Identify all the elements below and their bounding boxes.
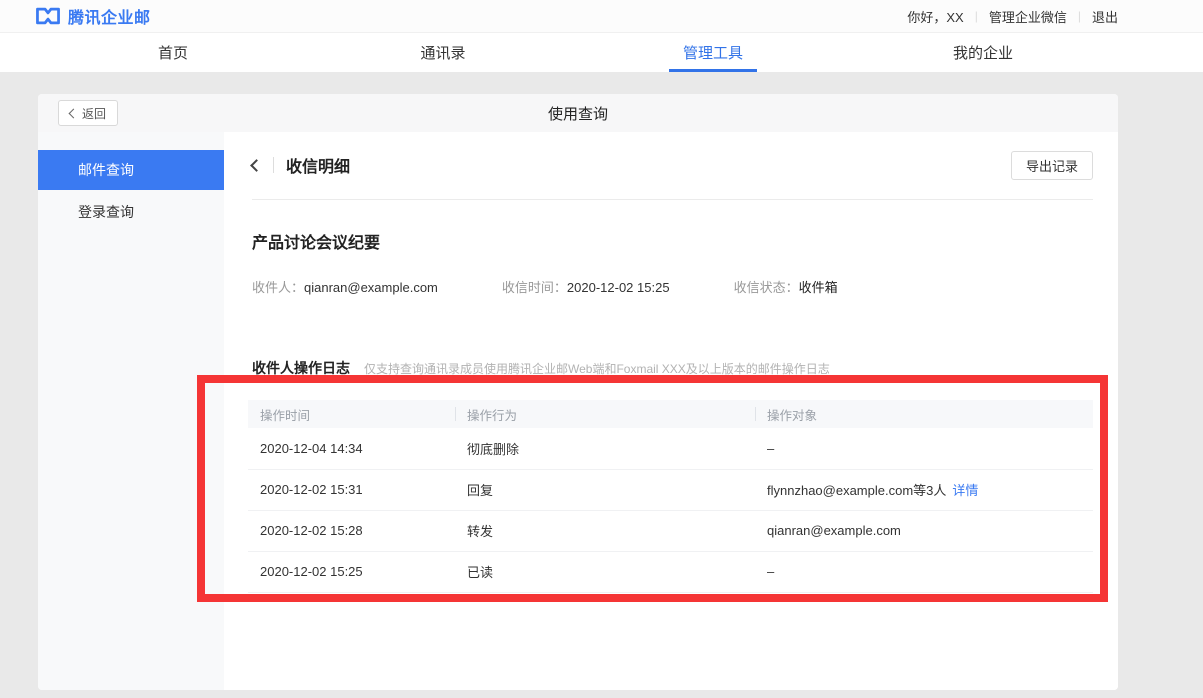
detail-link[interactable]: 详情: [952, 483, 978, 498]
usage-query-card: 返回 使用查询 邮件查询 登录查询 收信明细 导出记录 产品讨论会议纪要: [38, 94, 1118, 690]
back-chevron-icon[interactable]: [250, 159, 263, 172]
table-row: 2020-12-04 14:34 彻底删除 –: [248, 428, 1093, 469]
target-text: flynnzhao@example.com等3人: [767, 483, 946, 498]
tab-contacts[interactable]: 通讯录: [308, 33, 578, 72]
meta-label: 收信时间：: [502, 280, 567, 295]
brand-name: 腾讯企业邮: [68, 4, 151, 28]
sidebar: 邮件查询 登录查询: [38, 132, 224, 690]
target-text: –: [767, 441, 774, 456]
meta-label: 收件人：: [252, 280, 304, 295]
table-body: 2020-12-04 14:34 彻底删除 – 2020-12-02 15:31…: [248, 428, 1093, 592]
meta-value: 2020-12-02 15:25: [567, 280, 670, 295]
topbar: 腾讯企业邮 你好，XX | 管理企业微信 | 退出: [0, 0, 1203, 33]
mail-subject: 产品讨论会议纪要: [252, 229, 1093, 253]
primary-nav: 首页 通讯录 管理工具 我的企业: [0, 33, 1203, 72]
cell-action: 彻底删除: [455, 428, 755, 469]
tab-admin-tools[interactable]: 管理工具: [578, 33, 848, 72]
cell-time: 2020-12-02 15:28: [248, 510, 455, 551]
operation-log-header: 收件人操作日志 仅支持查询通讯录成员使用腾讯企业邮Web端和Foxmail XX…: [252, 358, 1093, 378]
cell-target: –: [755, 428, 1093, 469]
menu-divider: |: [1078, 9, 1081, 23]
detail-title: 收信明细: [286, 153, 350, 177]
cell-action: 已读: [455, 551, 755, 592]
app-root: { "brand": { "name": "腾讯企业邮", "color": "…: [0, 0, 1203, 698]
sidebar-item-mail-query[interactable]: 邮件查询: [38, 150, 224, 190]
card-body: 邮件查询 登录查询 收信明细 导出记录 产品讨论会议纪要 收件人：qianran…: [38, 132, 1118, 690]
cell-time: 2020-12-04 14:34: [248, 428, 455, 469]
back-button[interactable]: 返回: [58, 100, 118, 126]
exmail-logo-icon: [35, 5, 61, 27]
back-button-label: 返回: [82, 105, 106, 122]
main-content: 收信明细 导出记录 产品讨论会议纪要 收件人：qianran@example.c…: [224, 132, 1118, 690]
meta-value: qianran@example.com: [304, 280, 438, 295]
detail-header: 收信明细 导出记录: [252, 150, 1093, 180]
horizontal-divider: [252, 199, 1093, 200]
greeting-text: 你好，XX: [907, 7, 963, 26]
target-text: –: [767, 564, 774, 579]
meta-value: 收件箱: [799, 280, 838, 295]
nav-tabs: 首页 通讯录 管理工具 我的企业: [38, 33, 1118, 72]
table-head: 操作时间 操作行为 操作对象: [248, 400, 1093, 428]
table-row: 2020-12-02 15:28 转发 qianran@example.com: [248, 510, 1093, 551]
mail-meta: 收件人：qianran@example.com 收信时间：2020-12-02 …: [252, 277, 1093, 296]
target-text: qianran@example.com: [767, 523, 901, 538]
table-row: 2020-12-02 15:31 回复 flynnzhao@example.co…: [248, 469, 1093, 510]
column-header-time: 操作时间: [248, 400, 455, 428]
cell-target: flynnzhao@example.com等3人详情: [755, 469, 1093, 510]
table-row: 2020-12-02 15:25 已读 –: [248, 551, 1093, 592]
meta-label: 收信状态：: [734, 280, 799, 295]
meta-recipient: 收件人：qianran@example.com: [252, 277, 438, 296]
column-header-action: 操作行为: [455, 400, 755, 428]
cell-time: 2020-12-02 15:31: [248, 469, 455, 510]
detail-header-left: 收信明细: [252, 153, 350, 177]
logout-link[interactable]: 退出: [1092, 7, 1118, 26]
card-titlebar: 返回 使用查询: [38, 94, 1118, 132]
column-header-target: 操作对象: [755, 400, 1093, 428]
page-title: 使用查询: [548, 103, 608, 124]
meta-receive-time: 收信时间：2020-12-02 15:25: [502, 277, 670, 296]
brand-logo[interactable]: 腾讯企业邮: [35, 4, 151, 28]
cell-target: –: [755, 551, 1093, 592]
export-records-button[interactable]: 导出记录: [1011, 151, 1093, 180]
operation-log-note: 仅支持查询通讯录成员使用腾讯企业邮Web端和Foxmail XXX及以上版本的邮…: [364, 360, 830, 377]
sidebar-item-login-query[interactable]: 登录查询: [38, 192, 224, 232]
operation-log-table: 操作时间 操作行为 操作对象 2020-12-04 14:34 彻底删除 – 2…: [248, 400, 1093, 593]
manage-wecom-link[interactable]: 管理企业微信: [989, 7, 1067, 26]
cell-time: 2020-12-02 15:25: [248, 551, 455, 592]
tab-home[interactable]: 首页: [38, 33, 308, 72]
cell-action: 转发: [455, 510, 755, 551]
tab-my-company[interactable]: 我的企业: [848, 33, 1118, 72]
vertical-divider: [273, 157, 274, 173]
cell-target: qianran@example.com: [755, 510, 1093, 551]
menu-divider: |: [975, 9, 978, 23]
user-menu: 你好，XX | 管理企业微信 | 退出: [907, 7, 1118, 26]
meta-receive-status: 收信状态：收件箱: [734, 277, 838, 296]
operation-log-title: 收件人操作日志: [252, 358, 350, 378]
cell-action: 回复: [455, 469, 755, 510]
chevron-left-icon: [69, 108, 79, 118]
